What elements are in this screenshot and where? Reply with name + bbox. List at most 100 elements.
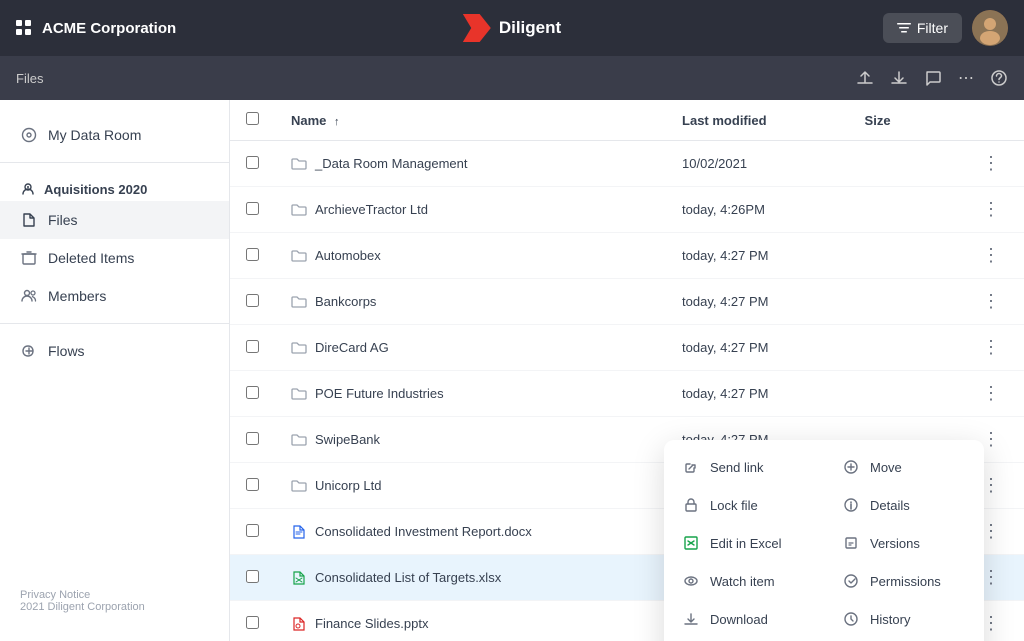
context-menu-label-send-link: Send link: [710, 460, 763, 475]
row-checkbox[interactable]: [246, 570, 259, 583]
row-checkbox[interactable]: [246, 248, 259, 261]
file-row-name[interactable]: Bankcorps: [291, 294, 650, 310]
grid-icon: [16, 20, 32, 36]
move-icon: [842, 458, 860, 476]
upload-button[interactable]: [856, 69, 874, 87]
row-more-button[interactable]: ⋮: [974, 151, 1008, 176]
file-name: Automobex: [315, 248, 381, 263]
row-checkbox[interactable]: [246, 202, 259, 215]
file-row-name[interactable]: Finance Slides.pptx: [291, 616, 650, 632]
row-checkbox[interactable]: [246, 478, 259, 491]
context-menu-label-history: History: [870, 612, 910, 627]
copyright: 2021 Diligent Corporation: [20, 601, 209, 613]
user-avatar[interactable]: [972, 10, 1008, 46]
file-modified: today, 4:26PM: [666, 187, 849, 233]
file-row-name[interactable]: SwipeBank: [291, 432, 650, 448]
download-bar-button[interactable]: [890, 69, 908, 87]
file-size: [849, 233, 958, 279]
file-row-name[interactable]: Consolidated Investment Report.docx: [291, 524, 650, 540]
download-icon: [890, 69, 908, 87]
row-checkbox[interactable]: [246, 294, 259, 307]
diligent-logo-icon: [463, 14, 491, 42]
context-menu-item-edit-excel[interactable]: Edit in Excel: [664, 524, 824, 562]
main-content: My Data Room Aquisitions 2020 Files: [0, 100, 1024, 641]
row-checkbox[interactable]: [246, 386, 259, 399]
context-menu-label-details: Details: [870, 498, 910, 513]
context-menu-item-permissions[interactable]: Permissions: [824, 562, 984, 600]
sidebar-item-members[interactable]: Members: [0, 277, 229, 315]
row-more-button[interactable]: ⋮: [974, 197, 1008, 222]
aquisitions-icon: [20, 181, 36, 197]
my-data-room-label: My Data Room: [48, 127, 141, 143]
context-menu-item-send-link[interactable]: Send link: [664, 448, 824, 486]
file-name: Consolidated List of Targets.xlsx: [315, 570, 501, 585]
file-name: POE Future Industries: [315, 386, 444, 401]
eye-icon: [682, 572, 700, 590]
table-row: _Data Room Management10/02/2021⋮: [230, 141, 1024, 187]
file-row-name[interactable]: Consolidated List of Targets.xlsx: [291, 570, 650, 586]
sidebar-item-my-data-room[interactable]: My Data Room: [0, 116, 229, 154]
file-size: [849, 187, 958, 233]
more-options-button[interactable]: ⋯: [958, 68, 974, 88]
chat-button[interactable]: [924, 69, 942, 87]
sidebar-item-flows[interactable]: Flows: [0, 332, 229, 370]
row-checkbox[interactable]: [246, 524, 259, 537]
table-row: POE Future Industries today, 4:27 PM ⋮: [230, 371, 1024, 417]
folder-icon: [291, 478, 307, 494]
context-menu-item-move[interactable]: Move: [824, 448, 984, 486]
file-row-name[interactable]: Automobex: [291, 248, 650, 264]
context-menu-item-details[interactable]: Details: [824, 486, 984, 524]
row-more-button[interactable]: ⋮: [974, 243, 1008, 268]
upload-icon: [856, 69, 874, 87]
context-menu-item-versions[interactable]: Versions: [824, 524, 984, 562]
filter-button[interactable]: Filter: [883, 13, 962, 43]
row-checkbox[interactable]: [246, 156, 259, 169]
sort-arrow-icon: ↑: [334, 116, 340, 128]
flows-label: Flows: [48, 343, 85, 359]
file-row-name[interactable]: Unicorp Ltd: [291, 478, 650, 494]
trash-icon: [20, 249, 38, 267]
file-name: Unicorp Ltd: [315, 478, 381, 493]
context-menu-item-lock-file[interactable]: Lock file: [664, 486, 824, 524]
file-row-name[interactable]: _Data Room Management: [291, 156, 650, 172]
row-checkbox[interactable]: [246, 616, 259, 629]
chat-icon: [924, 69, 942, 87]
help-button[interactable]: [990, 69, 1008, 87]
sidebar-divider-2: [0, 323, 229, 324]
select-all-checkbox[interactable]: [246, 112, 259, 125]
help-icon: [990, 69, 1008, 87]
folder-icon: [291, 340, 307, 356]
context-menu-label-download: Download: [710, 612, 768, 627]
row-more-button[interactable]: ⋮: [974, 335, 1008, 360]
pptx-icon: [291, 616, 307, 632]
row-more-button[interactable]: ⋮: [974, 381, 1008, 406]
sidebar-section-label: Aquisitions 2020: [0, 171, 229, 201]
file-row-name[interactable]: DireCard AG: [291, 340, 650, 356]
folder-icon: [291, 202, 307, 218]
topbar: ACME Corporation Diligent Filter: [0, 0, 1024, 56]
file-size: [849, 279, 958, 325]
versions-icon: [842, 534, 860, 552]
row-checkbox[interactable]: [246, 340, 259, 353]
file-modified: today, 4:27 PM: [666, 233, 849, 279]
app-brand: Diligent: [463, 14, 561, 42]
file-name: SwipeBank: [315, 432, 380, 447]
files-label: Files: [16, 71, 43, 86]
context-menu-item-watch-item[interactable]: Watch item: [664, 562, 824, 600]
xlsx-icon: [291, 570, 307, 586]
row-checkbox[interactable]: [246, 432, 259, 445]
members-icon: [20, 287, 38, 305]
file-row-name[interactable]: POE Future Industries: [291, 386, 650, 402]
file-name: Bankcorps: [315, 294, 376, 309]
file-modified: today, 4:27 PM: [666, 371, 849, 417]
context-menu-item-download[interactable]: Download: [664, 600, 824, 638]
header-name[interactable]: Name ↑: [275, 100, 666, 141]
deleted-items-label: Deleted Items: [48, 250, 134, 266]
context-menu-item-history[interactable]: History: [824, 600, 984, 638]
sidebar-item-deleted-items[interactable]: Deleted Items: [0, 239, 229, 277]
sidebar-item-files[interactable]: Files: [0, 201, 229, 239]
file-row-name[interactable]: ArchieveTractor Ltd: [291, 202, 650, 218]
context-menu-label-move: Move: [870, 460, 902, 475]
files-bar-actions: ⋯: [856, 68, 1008, 88]
row-more-button[interactable]: ⋮: [974, 289, 1008, 314]
